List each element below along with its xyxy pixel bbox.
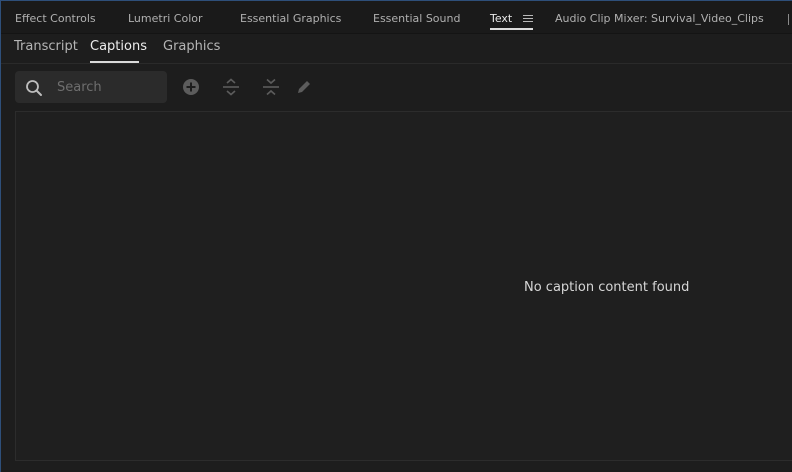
tab-graphics[interactable]: Graphics — [163, 38, 220, 55]
tab-essential-graphics[interactable]: Essential Graphics — [240, 12, 341, 28]
tab-essential-sound[interactable]: Essential Sound — [373, 12, 460, 28]
panel-menu-icon[interactable] — [523, 15, 533, 23]
tab-audio-clip-mixer[interactable]: Audio Clip Mixer: Survival_Video_Clips — [555, 12, 764, 28]
tab-transcript[interactable]: Transcript — [14, 38, 78, 55]
add-icon[interactable] — [181, 77, 201, 97]
pencil-icon[interactable] — [294, 77, 314, 97]
tab-lumetri-color[interactable]: Lumetri Color — [128, 12, 203, 28]
empty-state-message: No caption content found — [524, 280, 690, 295]
search-input[interactable] — [57, 78, 157, 96]
tab-text-label: Text — [490, 12, 513, 25]
search-icon — [26, 80, 42, 96]
expand-icon[interactable] — [221, 77, 241, 97]
collapse-icon[interactable] — [261, 77, 281, 97]
tab-effect-controls[interactable]: Effect Controls — [15, 12, 96, 28]
captions-content-area: No caption content found — [15, 111, 792, 461]
divider — [1, 63, 792, 64]
tab-overflow-icon[interactable] — [788, 14, 789, 25]
sub-tab-bar: Transcript Captions Graphics — [1, 34, 792, 62]
tab-captions[interactable]: Captions — [90, 38, 147, 55]
search-box[interactable] — [15, 71, 167, 103]
panel-tab-bar: Effect Controls Lumetri Color Essential … — [1, 1, 792, 34]
